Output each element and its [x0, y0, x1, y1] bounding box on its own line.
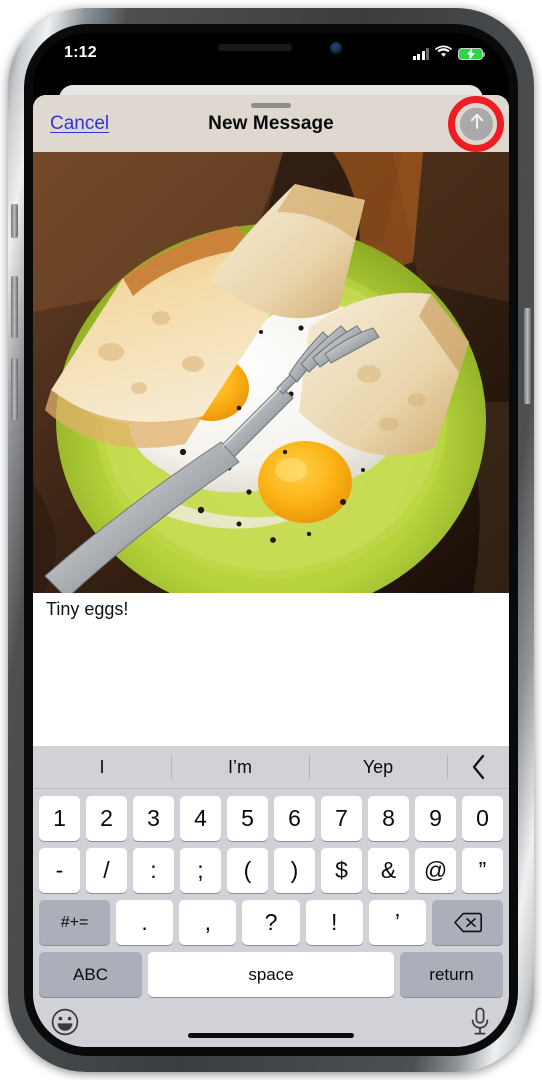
- key-quote[interactable]: ”: [462, 848, 503, 893]
- key-ampersand[interactable]: &: [368, 848, 409, 893]
- signal-bars-icon: [412, 48, 429, 60]
- earpiece-speaker: [218, 44, 292, 51]
- volume-up-button[interactable]: [11, 276, 18, 338]
- backspace-icon[interactable]: [432, 900, 504, 945]
- phone-screen: 1:12 Cancel New Message Tiny eggs! I I’m…: [33, 33, 509, 1047]
- prediction-1[interactable]: I: [33, 746, 171, 788]
- prediction-3[interactable]: Yep: [309, 746, 447, 788]
- emoji-smiley-icon[interactable]: [51, 1008, 79, 1036]
- front-camera-icon: [330, 42, 342, 54]
- key-dollar[interactable]: $: [321, 848, 362, 893]
- key-9[interactable]: 9: [415, 796, 456, 841]
- sheet-grabber-handle[interactable]: [251, 103, 291, 108]
- keyboard-row-punctuation: #+= . , ? ! ’: [33, 900, 509, 945]
- key-apostrophe[interactable]: ’: [368, 900, 427, 945]
- key-comma[interactable]: ,: [179, 900, 237, 945]
- device-frame: 1:12 Cancel New Message Tiny eggs! I I’m…: [8, 8, 534, 1072]
- key-6[interactable]: 6: [274, 796, 315, 841]
- key-4[interactable]: 4: [180, 796, 221, 841]
- fried-eggs-photo: [33, 152, 509, 593]
- message-text-input[interactable]: Tiny eggs!: [33, 593, 509, 629]
- key-at[interactable]: @: [415, 848, 456, 893]
- key-period[interactable]: .: [116, 900, 174, 945]
- key-colon[interactable]: :: [133, 848, 174, 893]
- key-8[interactable]: 8: [368, 796, 409, 841]
- volume-down-button[interactable]: [11, 358, 18, 420]
- microphone-icon[interactable]: [469, 1007, 491, 1037]
- cancel-button[interactable]: Cancel: [50, 113, 109, 135]
- battery-charging-icon: [458, 47, 486, 61]
- key-exclamation[interactable]: !: [305, 900, 363, 945]
- compose-body: Tiny eggs!: [33, 152, 509, 629]
- keyboard-accessory-row: [33, 1001, 509, 1047]
- key-2[interactable]: 2: [86, 796, 127, 841]
- send-button[interactable]: [460, 107, 493, 140]
- page-title: New Message: [208, 112, 334, 134]
- key-semicolon[interactable]: ;: [180, 848, 221, 893]
- keyboard-row-numbers: 1 2 3 4 5 6 7 8 9 0: [33, 796, 509, 841]
- key-slash[interactable]: /: [86, 848, 127, 893]
- key-symbols-toggle[interactable]: #+=: [39, 900, 110, 945]
- status-bar-indicators: [412, 45, 486, 63]
- key-5[interactable]: 5: [227, 796, 268, 841]
- key-question[interactable]: ?: [242, 900, 300, 945]
- key-7[interactable]: 7: [321, 796, 362, 841]
- home-indicator-bar[interactable]: [188, 1033, 354, 1038]
- power-button[interactable]: [524, 308, 531, 404]
- key-abc-toggle[interactable]: ABC: [39, 952, 142, 997]
- key-1[interactable]: 1: [39, 796, 80, 841]
- keyboard-row-bottom: ABC space return: [33, 952, 509, 997]
- key-space[interactable]: space: [148, 952, 394, 997]
- status-bar-time: 1:12: [64, 44, 97, 61]
- key-paren-close[interactable]: ): [274, 848, 315, 893]
- prediction-2[interactable]: I’m: [171, 746, 309, 788]
- key-3[interactable]: 3: [133, 796, 174, 841]
- arrow-up-icon: [469, 112, 485, 135]
- new-message-sheet: Cancel New Message Tiny eggs! I I’m Yep …: [33, 95, 509, 1047]
- keyboard-row-symbols: - / : ; ( ) $ & @ ”: [33, 848, 509, 893]
- key-0[interactable]: 0: [462, 796, 503, 841]
- photo-attachment[interactable]: [33, 152, 509, 593]
- predictive-text-bar: I I’m Yep: [33, 746, 509, 789]
- silent-switch-button[interactable]: [11, 204, 18, 238]
- chevron-left-icon[interactable]: [447, 746, 509, 788]
- key-paren-open[interactable]: (: [227, 848, 268, 893]
- display-notch: [172, 33, 370, 63]
- key-return[interactable]: return: [400, 952, 503, 997]
- key-hyphen[interactable]: -: [39, 848, 80, 893]
- wifi-icon: [434, 45, 453, 63]
- on-screen-keyboard: I I’m Yep 1 2 3 4 5 6 7 8 9 0 - /: ; (…: [33, 746, 509, 1047]
